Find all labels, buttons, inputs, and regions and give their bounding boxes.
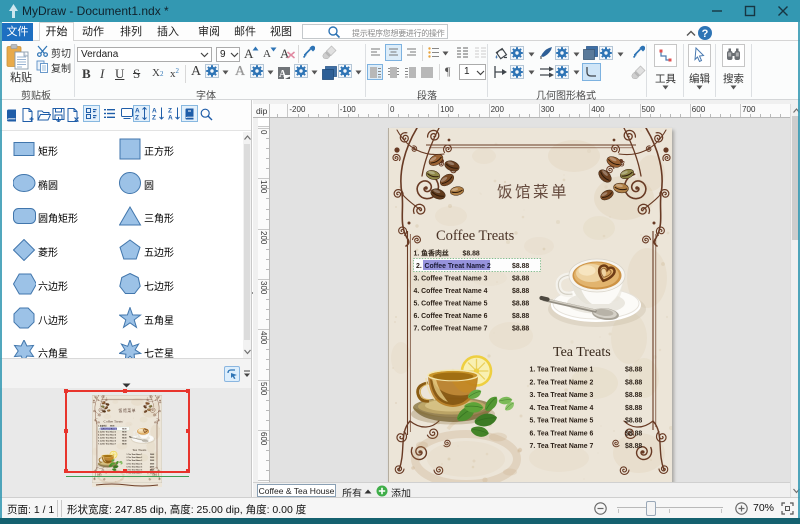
- svg-text:$8.88: $8.88: [512, 275, 529, 282]
- svg-text:?: ?: [702, 28, 709, 40]
- svg-text:A: A: [152, 108, 157, 115]
- svg-text:4. Coffee Treat Name 4: 4. Coffee Treat Name 4: [413, 287, 487, 294]
- svg-text:6. Tea Treat Name 6: 6. Tea Treat Name 6: [529, 430, 593, 437]
- svg-text:1. 鱼香肉丝: 1. 鱼香肉丝: [413, 248, 448, 257]
- svg-text:7. Tea Treat Name 7: 7. Tea Treat Name 7: [529, 443, 593, 450]
- svg-text:$8.88: $8.88: [512, 287, 529, 294]
- svg-text:A: A: [168, 115, 173, 121]
- svg-text:2.: 2.: [416, 262, 422, 269]
- svg-text:$8.88: $8.88: [625, 443, 642, 450]
- svg-text:饭馆菜单: 饭馆菜单: [496, 183, 568, 201]
- svg-text:$8.88: $8.88: [625, 379, 642, 386]
- svg-text:3. Tea Treat Name 3: 3. Tea Treat Name 3: [529, 392, 593, 399]
- svg-text:Z: Z: [168, 108, 172, 115]
- svg-text:Coffee Treats: Coffee Treats: [436, 228, 515, 244]
- svg-text:$8.88: $8.88: [462, 250, 479, 257]
- svg-text:3. Coffee Treat Name 3: 3. Coffee Treat Name 3: [413, 275, 487, 282]
- svg-text:$8.88: $8.88: [625, 430, 642, 437]
- svg-text:6. Coffee Treat Name 6: 6. Coffee Treat Name 6: [413, 312, 487, 319]
- svg-text:$8.88: $8.88: [625, 417, 642, 424]
- svg-text:$8.88: $8.88: [512, 262, 529, 269]
- svg-text:A: A: [135, 108, 140, 115]
- svg-text:$8.88: $8.88: [625, 404, 642, 411]
- svg-text:$8.88: $8.88: [625, 392, 642, 399]
- svg-text:2. Tea Treat Name 2: 2. Tea Treat Name 2: [529, 379, 593, 386]
- svg-text:5. Tea Treat Name 5: 5. Tea Treat Name 5: [529, 417, 593, 424]
- svg-text:$8.88: $8.88: [512, 300, 529, 307]
- svg-text:5. Coffee Treat Name 5: 5. Coffee Treat Name 5: [413, 300, 487, 307]
- svg-text:7. Coffee Treat Name 7: 7. Coffee Treat Name 7: [413, 325, 487, 332]
- svg-text:Z: Z: [135, 115, 139, 121]
- svg-text:Coffee Treat Name 2: Coffee Treat Name 2: [424, 262, 490, 269]
- svg-text:$8.88: $8.88: [512, 325, 529, 332]
- svg-text:Tea Treats: Tea Treats: [553, 345, 611, 360]
- svg-text:$8.88: $8.88: [625, 366, 642, 373]
- svg-text:$8.88: $8.88: [512, 312, 529, 319]
- svg-text:1. Tea Treat Name 1: 1. Tea Treat Name 1: [529, 366, 593, 373]
- svg-text:A: A: [279, 69, 287, 80]
- svg-text:Z: Z: [152, 115, 156, 121]
- svg-text:4. Tea Treat Name 4: 4. Tea Treat Name 4: [529, 404, 593, 411]
